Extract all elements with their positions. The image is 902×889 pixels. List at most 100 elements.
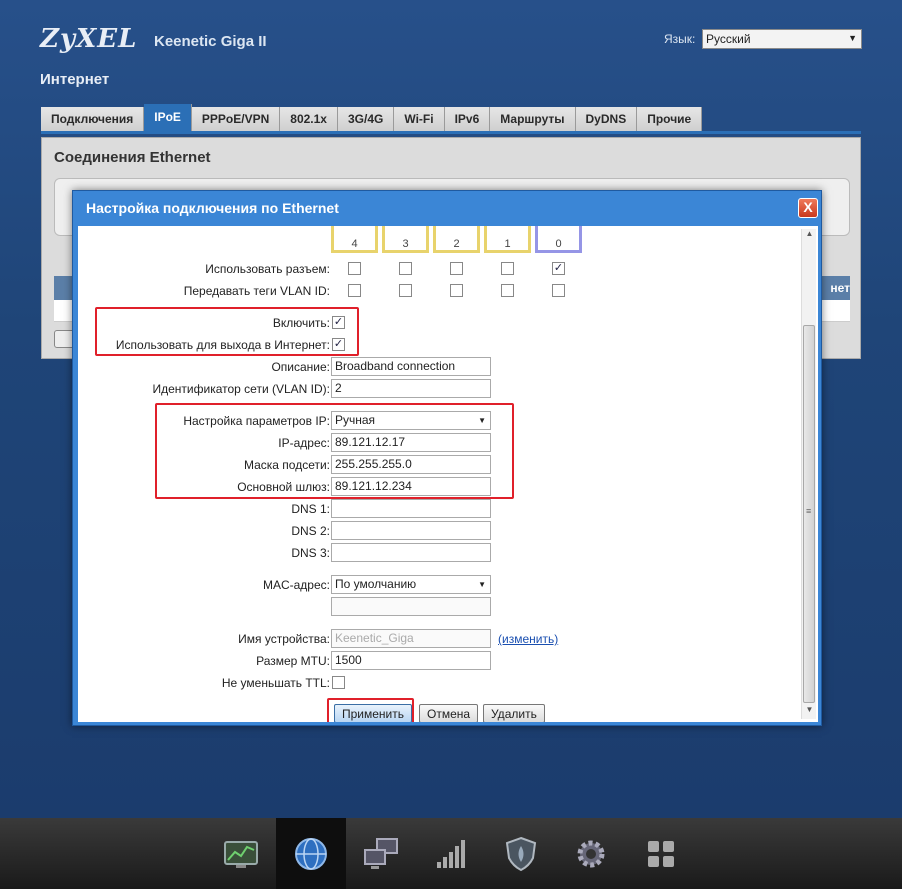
tab-other[interactable]: Прочие [637,107,703,131]
chevron-down-icon: ▼ [478,580,486,589]
port-0: 0 [535,226,582,253]
dns3-label: DNS 3: [291,546,330,560]
mtu-input[interactable]: 1500 [331,651,491,670]
delete-button[interactable]: Удалить [483,704,545,722]
port-label: 0 [555,238,562,250]
language-select[interactable]: Русский ▼ [702,29,862,49]
mac-address-custom-input[interactable] [331,597,491,616]
dns1-label: DNS 1: [291,502,330,516]
tab-3g4g[interactable]: 3G/4G [337,107,395,131]
description-input[interactable]: Broadband connection [331,357,491,376]
globe-icon [295,837,327,870]
ip-address-input[interactable]: 89.121.12.17 [331,433,491,452]
device-model: Keenetic Giga II [154,33,267,50]
vlan-tag-2-checkbox[interactable] [450,284,463,297]
network-computers-icon [364,837,398,869]
port-2: 2 [433,226,480,253]
signal-bars-icon [437,839,465,868]
chevron-down-icon: ▼ [848,33,857,43]
tab-bar: Подключения IPoE PPPoE/VPN 802.1x 3G/4G … [41,104,703,131]
close-icon[interactable]: X [798,198,818,218]
tab-dydns[interactable]: DyDNS [575,107,638,131]
dialog-title: Настройка подключения по Ethernet [86,200,339,216]
gateway-label: Основной шлюз: [237,480,330,494]
dns3-input[interactable] [331,543,491,562]
port-label: 3 [402,238,409,250]
ethernet-settings-dialog: Настройка подключения по Ethernet X 4 3 … [72,190,822,726]
use-port-label: Использовать разъем: [205,262,330,276]
vlan-tag-4-checkbox[interactable] [348,284,361,297]
port-1: 1 [484,226,531,253]
gear-icon [577,840,605,867]
language-value: Русский [706,32,751,46]
dns2-label: DNS 2: [291,524,330,538]
ttl-label: Не уменьшать TTL: [221,676,330,690]
internet-access-checkbox[interactable]: ✓ [332,338,345,351]
internet-access-label: Использовать для выхода в Интернет: [115,338,330,352]
ip-mode-select[interactable]: Ручная ▼ [331,411,491,430]
apply-button[interactable]: Применить [334,704,413,722]
tab-underline [41,131,861,134]
description-label: Описание: [271,360,330,374]
scroll-down-icon[interactable]: ▼ [802,705,817,719]
vlan-tag-0-checkbox[interactable] [552,284,565,297]
mac-address-label: MAC-адрес: [262,578,330,592]
mac-address-select[interactable]: По умолчанию ▼ [331,575,491,594]
shield-icon [505,836,537,871]
nav-wifi[interactable] [416,818,486,889]
port-diagram: 4 3 2 1 0 [331,226,582,253]
dns2-input[interactable] [331,521,491,540]
port-label: 4 [351,238,358,250]
dns1-input[interactable] [331,499,491,518]
tab-8021x[interactable]: 802.1x [280,107,338,131]
port-3: 3 [382,226,429,253]
vlan-tag-1-checkbox[interactable] [501,284,514,297]
ip-mode-value: Ручная [335,413,376,427]
device-name-label: Имя устройства: [238,632,330,646]
change-device-name-link[interactable]: (изменить) [498,632,558,646]
monitor-chart-icon [224,840,258,868]
vlan-tag-3-checkbox[interactable] [399,284,412,297]
table-header-cell: нет [830,281,850,295]
page-title: Интернет [40,71,110,88]
tab-ipoe[interactable]: IPoE [144,104,192,131]
vlan-id-label: Идентификатор сети (VLAN ID): [152,382,331,396]
nav-internet[interactable] [276,818,346,889]
use-port-3-checkbox[interactable] [399,262,412,275]
enable-label: Включить: [272,316,330,330]
scroll-up-icon[interactable]: ▲ [802,229,817,243]
tab-ipv6[interactable]: IPv6 [444,107,491,131]
gateway-input[interactable]: 89.121.12.234 [331,477,491,496]
ttl-checkbox[interactable] [332,676,345,689]
mac-address-value: По умолчанию [335,577,417,591]
tab-routes[interactable]: Маршруты [490,107,576,131]
cancel-button[interactable]: Отмена [419,704,479,722]
ip-mode-label: Настройка параметров IP: [183,414,330,428]
nav-home-network[interactable] [346,818,416,889]
use-port-4-checkbox[interactable] [348,262,361,275]
use-port-2-checkbox[interactable] [450,262,463,275]
tab-pppoe-vpn[interactable]: PPPoE/VPN [191,107,281,131]
subnet-mask-input[interactable]: 255.255.255.0 [331,455,491,474]
port-label: 2 [453,238,460,250]
use-port-0-checkbox[interactable]: ✓ [552,262,565,275]
scrollbar-thumb[interactable]: ≡ [803,325,815,703]
vlan-tags-label: Передавать теги VLAN ID: [183,284,330,298]
enable-checkbox[interactable]: ✓ [332,316,345,329]
vlan-id-input[interactable]: 2 [331,379,491,398]
panel-title: Соединения Ethernet [54,149,211,166]
brand-logo: ZyXEL [40,24,138,54]
nav-monitor[interactable] [206,818,276,889]
device-name-input[interactable]: Keenetic_Giga [331,629,491,648]
grip-icon: ≡ [806,506,812,516]
nav-security[interactable] [486,818,556,889]
use-port-1-checkbox[interactable] [501,262,514,275]
mtu-label: Размер MTU: [256,654,330,668]
ip-address-label: IP-адрес: [278,436,330,450]
nav-system[interactable] [556,818,626,889]
tab-wifi[interactable]: Wi-Fi [394,107,445,131]
nav-apps[interactable] [626,818,696,889]
tab-connections[interactable]: Подключения [41,107,145,131]
language-label: Язык: [664,32,696,46]
dialog-scrollbar[interactable]: ▲ ≡ ▼ [801,229,816,719]
